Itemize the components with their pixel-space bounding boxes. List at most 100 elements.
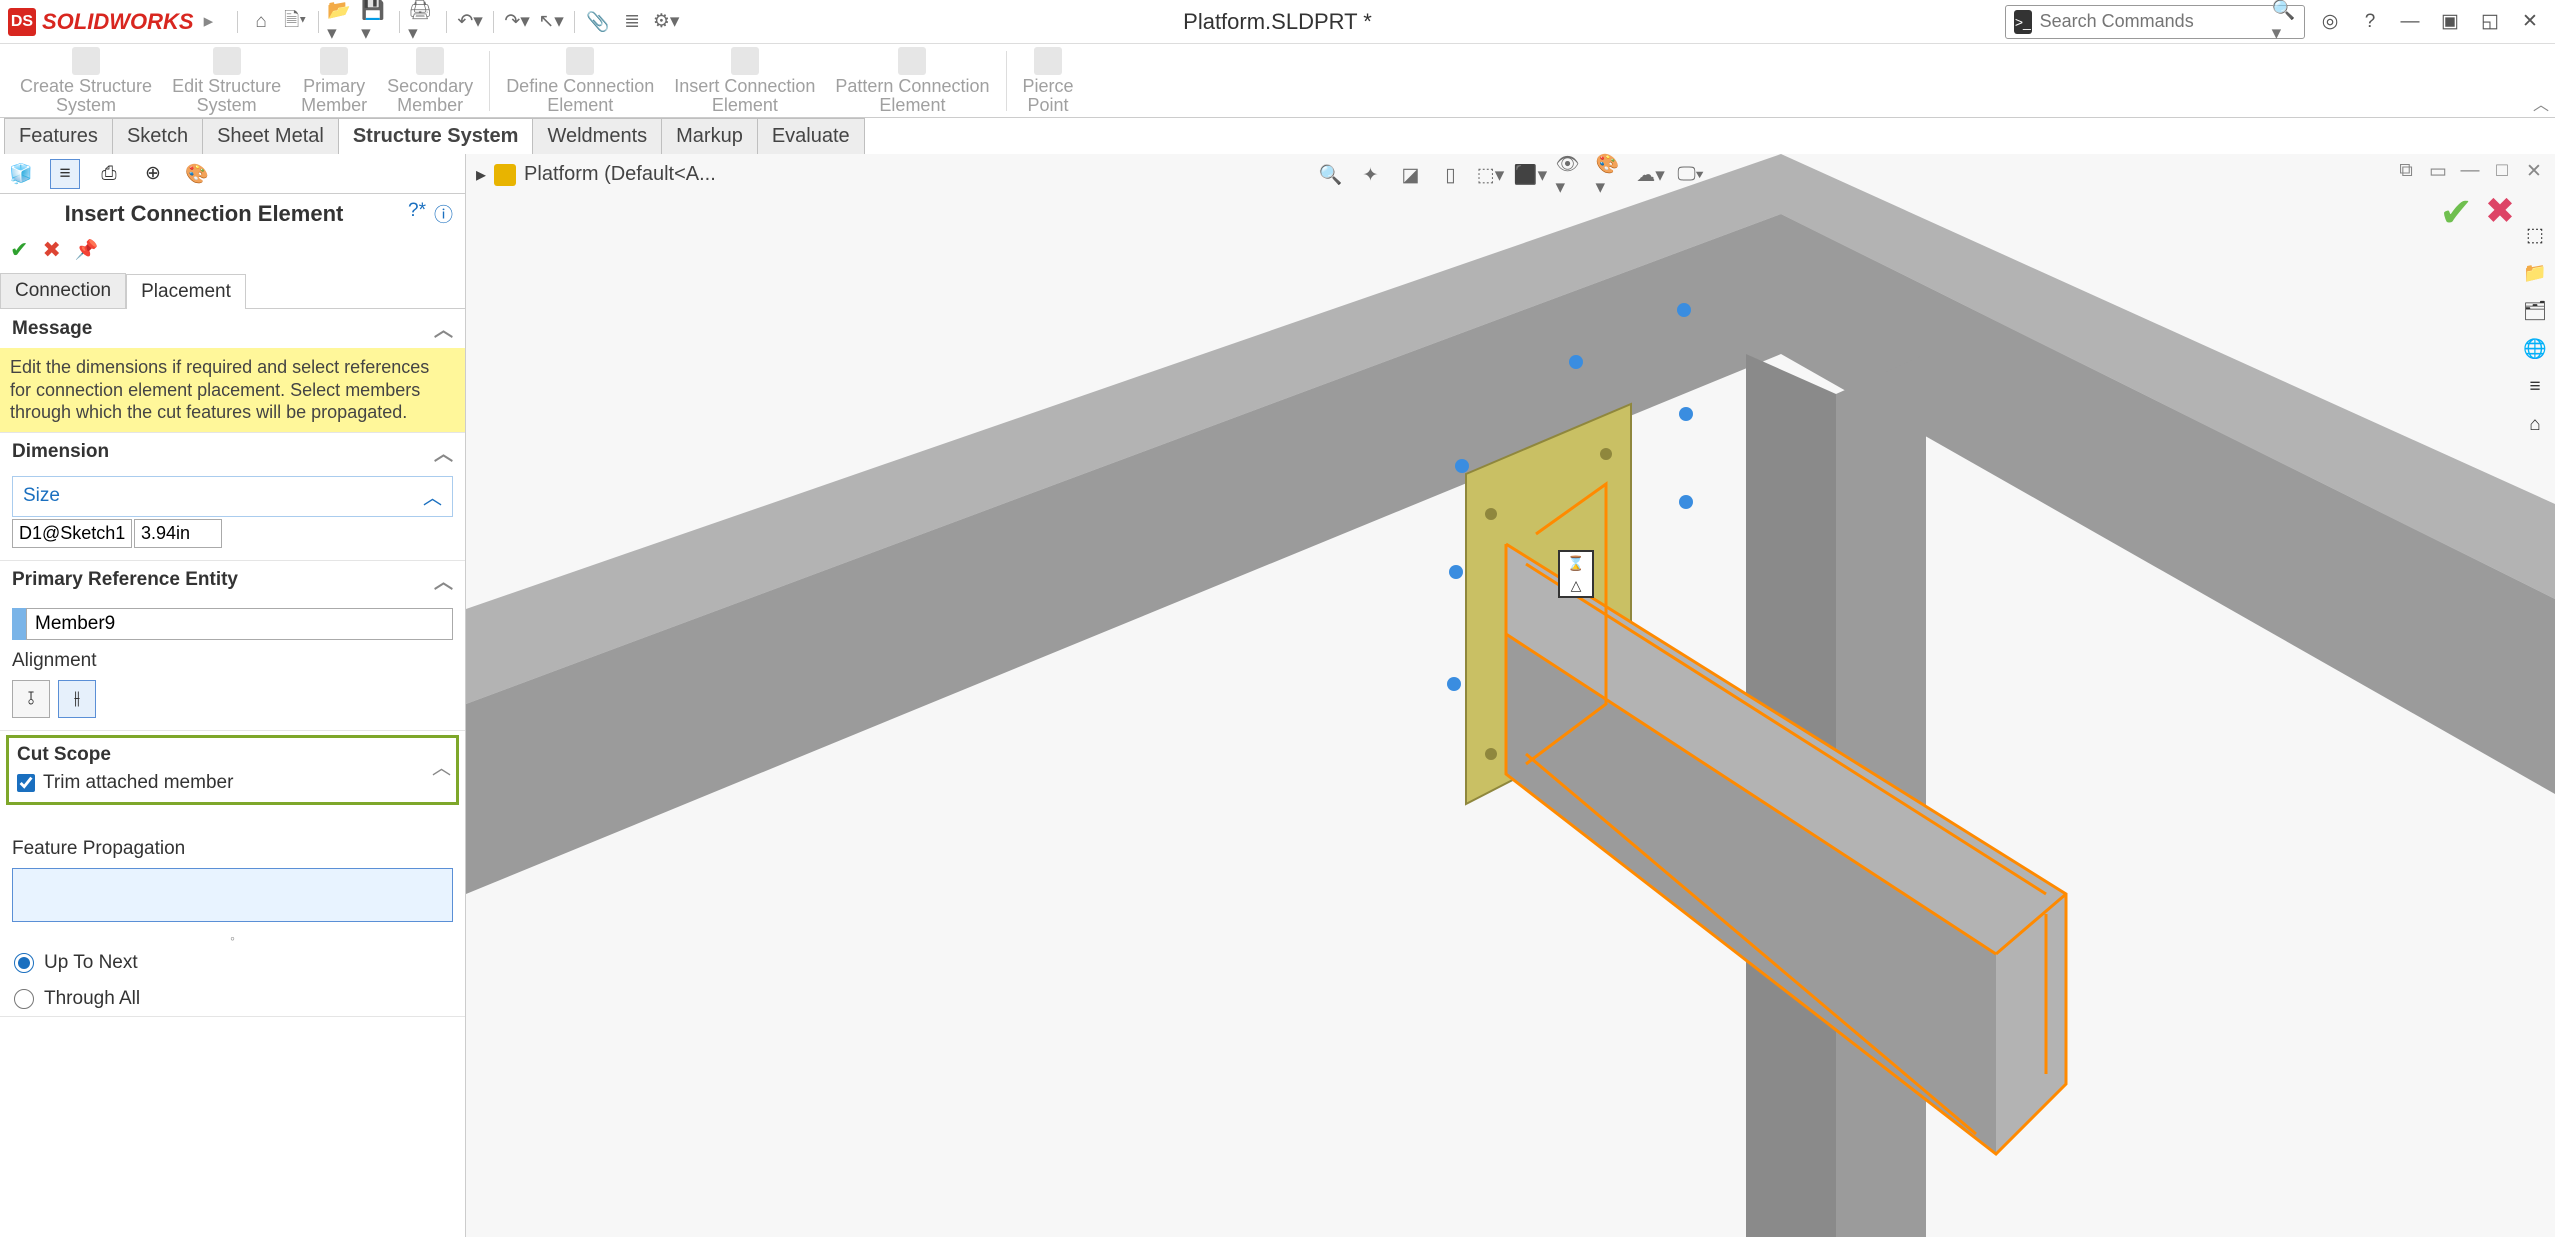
dimxpert-tab-icon[interactable]: ⊕: [138, 159, 168, 189]
collapse-icon: ︿: [434, 439, 453, 466]
link-views-icon[interactable]: ⧉: [2393, 158, 2419, 184]
search-icon[interactable]: 🔍▾: [2272, 0, 2296, 45]
inner-tab-connection[interactable]: Connection: [0, 273, 126, 308]
minimize-icon[interactable]: —: [2393, 5, 2427, 39]
close-icon[interactable]: ✕: [2513, 5, 2547, 39]
previous-view-icon[interactable]: ◪: [1396, 160, 1426, 190]
ribbon-pattern-connection: Pattern ConnectionElement: [825, 45, 999, 117]
section-dimension-header[interactable]: Dimension︿: [0, 433, 465, 472]
tab-weldments[interactable]: Weldments: [532, 118, 662, 154]
expand-icon[interactable]: ▸: [476, 162, 486, 187]
confirm-cancel-icon[interactable]: ✖: [2485, 190, 2515, 236]
open-icon[interactable]: 📂▾: [327, 7, 357, 37]
viewport-minimize-icon[interactable]: —: [2457, 158, 2483, 184]
undo-icon[interactable]: ↶▾: [455, 7, 485, 37]
tab-structure-system[interactable]: Structure System: [338, 118, 534, 154]
app-name: SOLIDWORKS: [42, 9, 194, 35]
tab-features[interactable]: Features: [4, 118, 113, 154]
search-input[interactable]: [2040, 11, 2272, 32]
tab-sheet-metal[interactable]: Sheet Metal: [202, 118, 339, 154]
rebuild-icon[interactable]: ≣: [617, 7, 647, 37]
property-help-icon[interactable]: ?*: [408, 200, 426, 227]
ok-button[interactable]: ✔: [10, 237, 28, 263]
redo-icon[interactable]: ↷▾: [502, 7, 532, 37]
restore-icon[interactable]: ▣: [2433, 5, 2467, 39]
tab-evaluate[interactable]: Evaluate: [757, 118, 865, 154]
edit-appearance-icon[interactable]: 🎨▾: [1596, 160, 1626, 190]
appearances-icon[interactable]: ≡: [2520, 372, 2550, 402]
pin-icon[interactable]: 📌: [75, 238, 99, 262]
flyout-icon[interactable]: ▸: [204, 10, 214, 33]
tab-sketch[interactable]: Sketch: [112, 118, 203, 154]
quick-access-toolbar: ⌂ 🗎▾ 📂▾ 💾▾ 🖨▾ ↶▾ ↷▾ ↖▾ 📎 ≣ ⚙▾: [233, 7, 681, 37]
section-cut-scope-header[interactable]: Cut Scope: [17, 742, 448, 772]
section-message-header[interactable]: Message︿: [0, 309, 465, 348]
zoom-to-area-icon[interactable]: ✦: [1356, 160, 1386, 190]
view-orientation-icon[interactable]: ⬚▾: [1476, 160, 1506, 190]
feature-manager-tab-icon[interactable]: 🧊: [6, 159, 36, 189]
file-explorer-icon[interactable]: 🗂: [2520, 296, 2550, 326]
design-library-icon[interactable]: 📁: [2520, 258, 2550, 288]
solidworks-resources-icon[interactable]: ⬚: [2520, 220, 2550, 250]
view-settings-icon[interactable]: 🖵▾: [1676, 160, 1706, 190]
selection-color-swatch: [12, 608, 26, 640]
dim-name-input[interactable]: [12, 519, 132, 548]
property-manager: 🧊 ≡ ⎙ ⊕ 🎨 Insert Connection Element ?* ⓘ…: [0, 154, 466, 1237]
apply-scene-icon[interactable]: ☁▾: [1636, 160, 1666, 190]
confirm-ok-icon[interactable]: ✔: [2439, 190, 2473, 236]
radio-up-to-next[interactable]: Up To Next: [14, 952, 451, 974]
alignment-option-2[interactable]: ⫲: [58, 680, 96, 718]
ribbon-collapse-icon[interactable]: ︿: [2533, 91, 2549, 115]
custom-properties-icon[interactable]: ⌂: [2520, 410, 2550, 440]
size-dropdown[interactable]: Size ︿: [12, 476, 453, 517]
new-icon[interactable]: 🗎▾: [280, 7, 310, 37]
display-style-icon[interactable]: ⬛▾: [1516, 160, 1546, 190]
trim-attached-checkbox-row[interactable]: Trim attached member: [17, 772, 448, 794]
view-palette-icon[interactable]: 🌐: [2520, 334, 2550, 364]
trim-attached-checkbox[interactable]: [17, 774, 35, 792]
viewport-close-icon[interactable]: ✕: [2521, 158, 2547, 184]
graphics-area[interactable]: ▸ Platform (Default<A... 🔍 ✦ ◪ ▯ ⬚▾ ⬛▾ 👁…: [466, 154, 2555, 1237]
zoom-to-fit-icon[interactable]: 🔍: [1316, 160, 1346, 190]
dim-value-input[interactable]: [134, 519, 222, 548]
radio-through-all[interactable]: Through All: [14, 988, 451, 1010]
ribbon-insert-connection: Insert ConnectionElement: [664, 45, 825, 117]
manager-tabs: 🧊 ≡ ⎙ ⊕ 🎨: [0, 154, 465, 194]
heads-up-view-toolbar: 🔍 ✦ ◪ ▯ ⬚▾ ⬛▾ 👁▾ 🎨▾ ☁▾ 🖵▾: [1316, 160, 1706, 190]
drag-handle-icon[interactable]: ◦: [0, 930, 465, 946]
section-primary-ref-header[interactable]: Primary Reference Entity︿: [0, 561, 465, 600]
configuration-manager-tab-icon[interactable]: ⎙: [94, 159, 124, 189]
command-search[interactable]: >_ 🔍▾: [2005, 5, 2305, 39]
ribbon-edit-structure: Edit StructureSystem: [162, 45, 291, 117]
section-view-icon[interactable]: ▯: [1436, 160, 1466, 190]
feature-propagation-selection[interactable]: [12, 868, 453, 922]
cancel-button[interactable]: ✖: [42, 237, 60, 263]
ribbon-create-structure: Create StructureSystem: [10, 45, 162, 117]
options-icon[interactable]: ⚙▾: [651, 7, 681, 37]
breadcrumb-text: Platform (Default<A...: [524, 163, 716, 186]
home-icon[interactable]: ⌂: [246, 7, 276, 37]
alignment-label: Alignment: [12, 650, 453, 672]
property-manager-tab-icon[interactable]: ≡: [50, 159, 80, 189]
primary-reference-input[interactable]: [26, 608, 453, 640]
viewport-single-icon[interactable]: ▭: [2425, 158, 2451, 184]
help-circle-icon[interactable]: ⓘ: [434, 200, 453, 227]
chevron-up-icon: ︿: [423, 483, 442, 510]
inner-tab-placement[interactable]: Placement: [126, 274, 246, 309]
alignment-option-1[interactable]: ⫱: [12, 680, 50, 718]
viewport-maximize-icon[interactable]: □: [2489, 158, 2515, 184]
cut-scope-highlight: Cut Scope Trim attached member: [6, 735, 459, 805]
hide-show-icon[interactable]: 👁▾: [1556, 160, 1586, 190]
attach-icon[interactable]: 📎: [583, 7, 613, 37]
ribbon-define-connection: Define ConnectionElement: [496, 45, 664, 117]
ribbon-secondary-member: SecondaryMember: [377, 45, 483, 117]
help-icon[interactable]: ?: [2353, 5, 2387, 39]
tab-markup[interactable]: Markup: [661, 118, 758, 154]
select-icon[interactable]: ↖▾: [536, 7, 566, 37]
breadcrumb[interactable]: ▸ Platform (Default<A...: [476, 162, 716, 187]
save-icon[interactable]: 💾▾: [361, 7, 391, 37]
maximize-icon[interactable]: ◱: [2473, 5, 2507, 39]
print-icon[interactable]: 🖨▾: [408, 7, 438, 37]
user-icon[interactable]: ◎: [2313, 5, 2347, 39]
display-manager-tab-icon[interactable]: 🎨: [182, 159, 212, 189]
